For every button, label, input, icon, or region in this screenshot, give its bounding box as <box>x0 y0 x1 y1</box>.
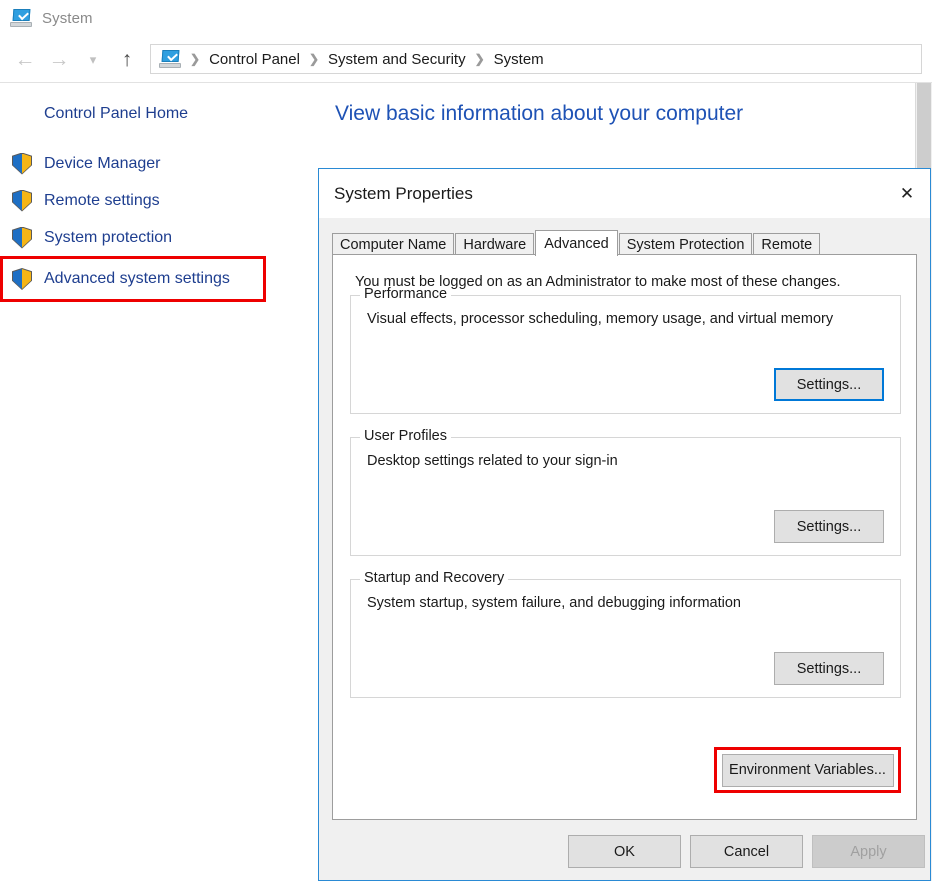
forward-button[interactable]: → <box>42 44 76 74</box>
breadcrumb-computer-icon <box>159 50 181 68</box>
tab-strip: Computer Name Hardware Advanced System P… <box>332 230 917 256</box>
group-description: System startup, system failure, and debu… <box>367 595 741 611</box>
sidebar-item-label: Device Manager <box>44 154 161 172</box>
user-profiles-settings-button[interactable]: Settings... <box>774 510 884 543</box>
group-legend: Performance <box>360 286 452 302</box>
group-legend: User Profiles <box>360 428 451 444</box>
group-startup-and-recovery: Startup and Recovery System startup, sys… <box>350 570 901 698</box>
tab-computer-name[interactable]: Computer Name <box>332 233 455 255</box>
sidebar-item-label: Remote settings <box>44 191 160 209</box>
breadcrumb[interactable]: ❯ Control Panel ❯ System and Security ❯ … <box>150 44 922 74</box>
cancel-button[interactable]: Cancel <box>690 835 803 868</box>
dialog-title: System Properties <box>334 183 473 203</box>
dialog-footer: OK Cancel Apply <box>319 835 930 868</box>
sidebar-item-device-manager[interactable]: Device Manager <box>0 145 300 182</box>
shield-icon <box>12 152 32 175</box>
dialog-body: Computer Name Hardware Advanced System P… <box>319 218 930 880</box>
window-titlebar: System <box>0 0 932 36</box>
tab-hardware[interactable]: Hardware <box>455 233 535 255</box>
close-icon[interactable]: ✕ <box>884 170 930 218</box>
breadcrumb-separator: ❯ <box>474 52 485 66</box>
sidebar-item-label: System protection <box>44 228 173 246</box>
startup-recovery-settings-button[interactable]: Settings... <box>774 652 884 685</box>
breadcrumb-item-control-panel[interactable]: Control Panel <box>207 51 302 68</box>
group-user-profiles: User Profiles Desktop settings related t… <box>350 428 901 556</box>
breadcrumb-separator: ❯ <box>308 52 320 66</box>
breadcrumb-item-system[interactable]: System <box>492 51 546 68</box>
tab-remote[interactable]: Remote <box>753 233 821 255</box>
system-properties-dialog: System Properties ✕ Computer Name Hardwa… <box>318 168 931 881</box>
back-button[interactable]: ← <box>8 44 42 74</box>
breadcrumb-separator: ❯ <box>190 52 201 66</box>
page-title: View basic information about your comput… <box>335 102 744 125</box>
sidebar: Control Panel Home Device Manager Remote… <box>0 83 300 302</box>
explorer-window: System ← → ▾ ↑ ❯ Control Panel ❯ System … <box>0 0 932 881</box>
dialog-titlebar: System Properties ✕ <box>319 169 930 218</box>
address-bar: ← → ▾ ↑ ❯ Control Panel ❯ System and Sec… <box>0 36 932 83</box>
shield-icon <box>12 189 32 212</box>
up-button[interactable]: ↑ <box>110 44 144 74</box>
performance-settings-button[interactable]: Settings... <box>774 368 884 401</box>
tab-advanced[interactable]: Advanced <box>535 230 618 256</box>
environment-variables-button[interactable]: Environment Variables... <box>721 753 894 787</box>
recent-locations-button[interactable]: ▾ <box>76 44 110 74</box>
sidebar-item-advanced-system-settings[interactable]: Advanced system settings <box>0 256 266 302</box>
breadcrumb-item-system-and-security[interactable]: System and Security <box>326 51 468 68</box>
tab-page-advanced: You must be logged on as an Administrato… <box>332 254 917 820</box>
shield-icon <box>12 268 32 290</box>
group-description: Visual effects, processor scheduling, me… <box>367 311 834 327</box>
ok-button[interactable]: OK <box>568 835 681 868</box>
environment-variables-highlight: Environment Variables... <box>714 747 901 793</box>
apply-button: Apply <box>812 835 925 868</box>
sidebar-item-control-panel-home[interactable]: Control Panel Home <box>0 105 300 123</box>
tab-system-protection[interactable]: System Protection <box>618 233 753 255</box>
group-legend: Startup and Recovery <box>360 570 509 586</box>
computer-icon <box>10 9 32 27</box>
group-description: Desktop settings related to your sign-in <box>367 453 618 469</box>
group-performance: Performance Visual effects, processor sc… <box>350 286 901 414</box>
window-title: System <box>42 9 93 27</box>
sidebar-item-label: Advanced system settings <box>44 270 230 287</box>
sidebar-item-system-protection[interactable]: System protection <box>0 219 300 256</box>
shield-icon <box>12 226 32 249</box>
sidebar-item-remote-settings[interactable]: Remote settings <box>0 182 300 219</box>
